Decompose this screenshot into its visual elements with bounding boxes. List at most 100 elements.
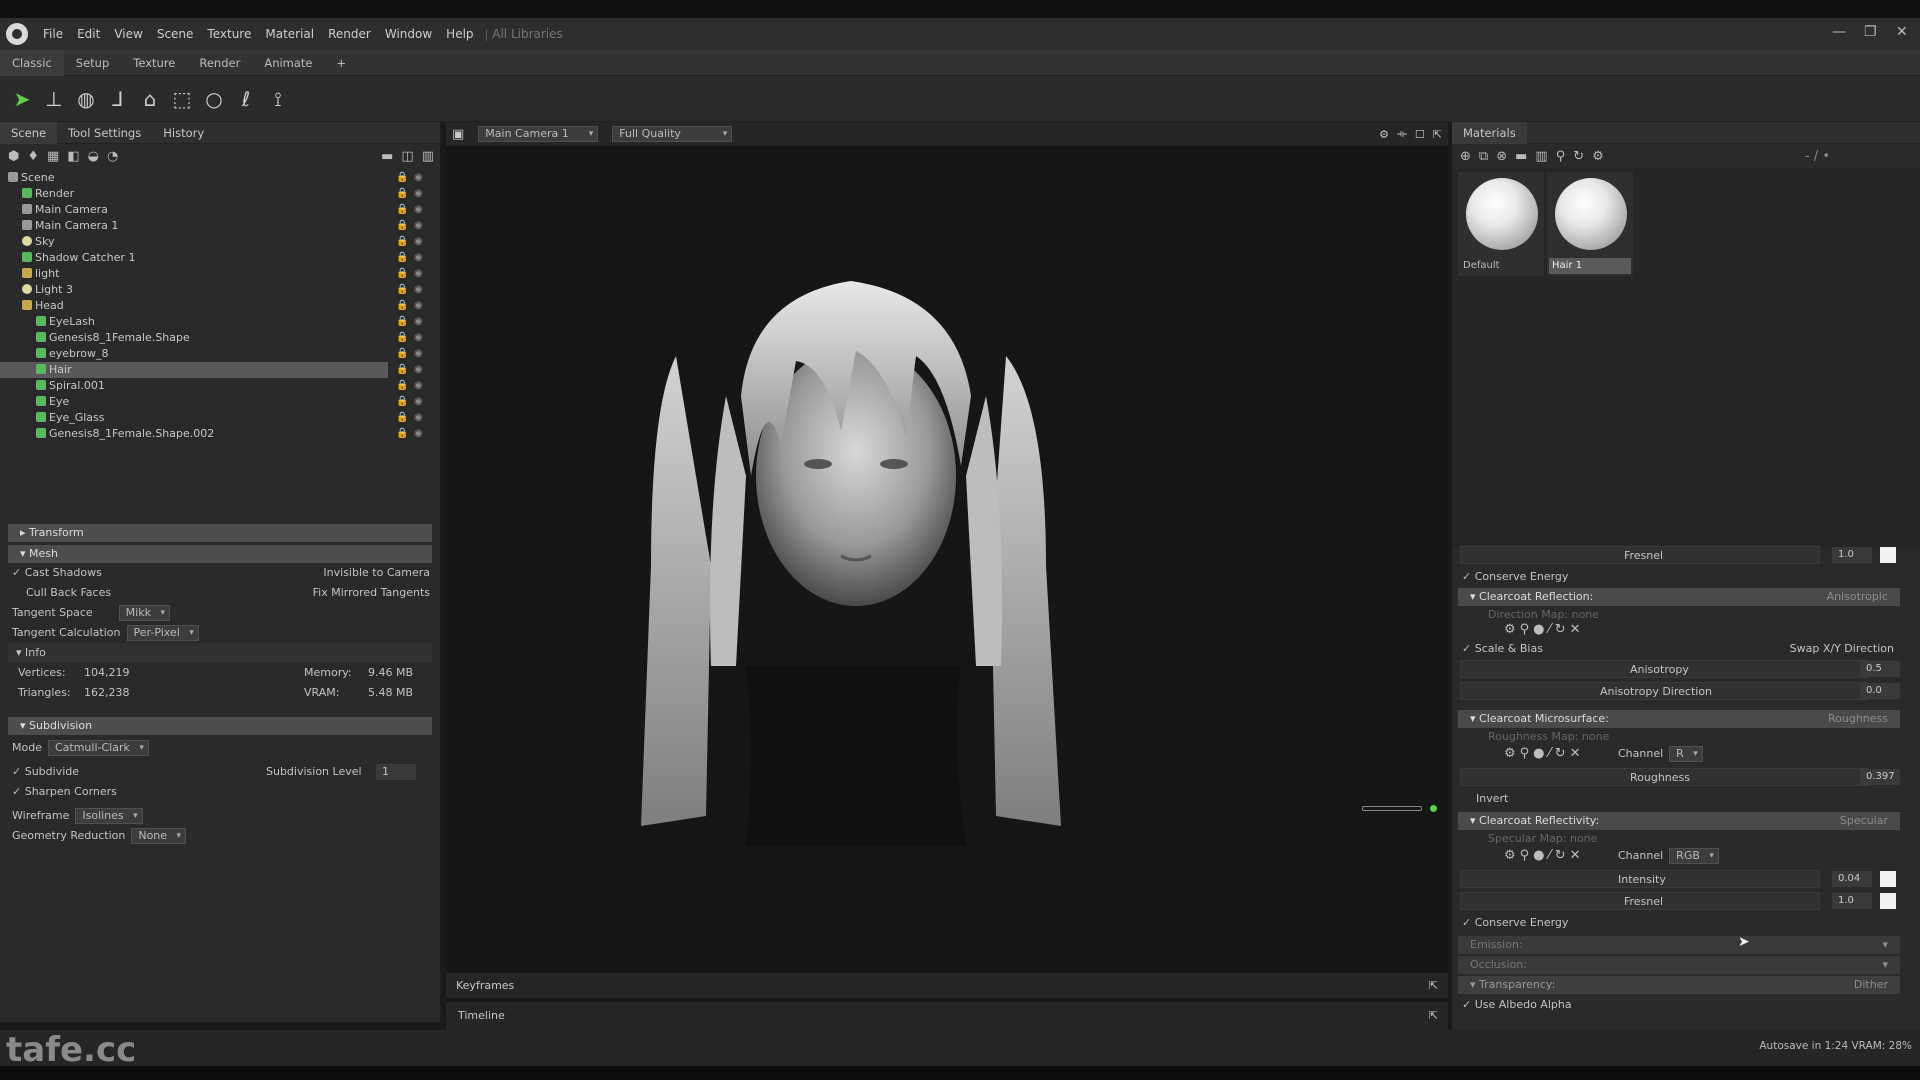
- info-header[interactable]: ▾ Info: [8, 643, 432, 663]
- visibility-icon[interactable]: ◉: [414, 298, 423, 314]
- fresnel-color-swatch[interactable]: [1880, 547, 1896, 563]
- visibility-icon[interactable]: ◉: [414, 218, 423, 234]
- clearcoat-micro-mode[interactable]: Roughness: [1828, 710, 1888, 728]
- section-clearcoat-reflectivity[interactable]: ▾ Clearcoat Reflectivity: Specular: [1458, 812, 1900, 830]
- subdivision-level-input[interactable]: 1: [376, 764, 416, 780]
- tree-item[interactable]: Spiral.001 🔒 ◉: [0, 378, 440, 394]
- tab-texture[interactable]: Texture: [121, 50, 187, 76]
- lock-icon[interactable]: 🔒: [396, 346, 408, 362]
- intensity-color-swatch[interactable]: [1880, 871, 1896, 887]
- lock-icon[interactable]: 🔒: [396, 426, 408, 442]
- add-shadow-icon[interactable]: ◒: [88, 149, 99, 164]
- visibility-icon[interactable]: ◉: [414, 426, 423, 442]
- lock-icon[interactable]: 🔒: [396, 186, 408, 202]
- tab-tool-settings[interactable]: Tool Settings: [57, 126, 152, 140]
- sharpen-corners-checkbox[interactable]: Sharpen Corners: [0, 782, 440, 802]
- scale-bias-checkbox[interactable]: Scale & BiasSwap X/Y Direction: [1452, 640, 1900, 658]
- section-transform[interactable]: ▸ Transform: [8, 524, 432, 542]
- specular-map-icons[interactable]: ⚙⚲●⁄↻✕: [1504, 848, 1584, 863]
- maximize-icon[interactable]: ❐: [1864, 24, 1877, 40]
- tree-item-selected[interactable]: Hair 🔒 ◉: [0, 362, 423, 378]
- section-occlusion[interactable]: Occlusion: ▾: [1458, 956, 1900, 974]
- tree-item[interactable]: Head 🔒 ◉: [0, 298, 440, 314]
- visibility-icon[interactable]: ◉: [414, 362, 423, 378]
- clearcoat-reflection-mode[interactable]: Anisotropic: [1827, 588, 1888, 606]
- minimize-icon[interactable]: —: [1832, 24, 1846, 40]
- keyframes-bar[interactable]: Keyframes ⇱: [446, 972, 1448, 998]
- anisotropy-value[interactable]: 0.5: [1860, 661, 1900, 677]
- visibility-icon[interactable]: ◉: [414, 170, 423, 186]
- material-swatch-selected[interactable]: Hair 1: [1547, 172, 1633, 276]
- tree-item[interactable]: eyebrow_8 🔒 ◉: [0, 346, 440, 362]
- quality-select[interactable]: Full Quality: [612, 126, 733, 142]
- visibility-icon[interactable]: ◉: [414, 330, 423, 346]
- visibility-icon[interactable]: ◉: [414, 314, 423, 330]
- conserve-energy-checkbox[interactable]: Conserve Energy: [1452, 568, 1900, 586]
- tree-item[interactable]: Eye 🔒 ◉: [0, 394, 440, 410]
- tab-setup[interactable]: Setup: [64, 50, 121, 76]
- duplicate-material-icon[interactable]: ⧉: [1479, 149, 1488, 164]
- roughness-channel-select[interactable]: R: [1669, 746, 1703, 762]
- circle-select-icon[interactable]: ○: [200, 85, 228, 113]
- visibility-icon[interactable]: ◉: [414, 234, 423, 250]
- folder-icon[interactable]: ▬: [381, 149, 393, 164]
- add-group-icon[interactable]: ◧: [67, 149, 79, 164]
- lock-icon[interactable]: 🔒: [396, 218, 408, 234]
- invert-checkbox[interactable]: Invert: [1476, 790, 1920, 808]
- close-icon[interactable]: ✕: [1896, 24, 1908, 40]
- swap-xy-checkbox[interactable]: Swap X/Y Direction: [1790, 640, 1894, 658]
- lock-icon[interactable]: 🔒: [396, 234, 408, 250]
- lock-icon[interactable]: 🔒: [396, 378, 408, 394]
- material-folder-icon[interactable]: ▬: [1515, 149, 1527, 164]
- section-emission[interactable]: Emission: ▾: [1458, 936, 1900, 954]
- transform-icon[interactable]: ⊥: [40, 85, 68, 113]
- section-clearcoat-reflection[interactable]: ▾ Clearcoat Reflection: Anisotropic: [1458, 588, 1900, 606]
- duplicate-icon[interactable]: ◫: [401, 149, 413, 164]
- tree-item[interactable]: Shadow Catcher 1 🔒 ◉: [0, 250, 440, 266]
- cast-shadows-checkbox[interactable]: Cast ShadowsInvisible to Camera: [0, 563, 440, 583]
- lock-icon[interactable]: 🔒: [396, 394, 408, 410]
- transparency-mode[interactable]: Dither: [1854, 976, 1888, 994]
- section-subdivision[interactable]: ▾ Subdivision: [8, 717, 432, 735]
- lock-icon[interactable]: 🔒: [396, 170, 408, 186]
- lock-icon[interactable]: 🔒: [396, 202, 408, 218]
- timeline-popout-icon[interactable]: ⇱: [1429, 1002, 1438, 1030]
- tab-classic[interactable]: Classic: [0, 49, 64, 76]
- add-camera-icon[interactable]: ▦: [47, 149, 59, 164]
- keyframes-popout-icon[interactable]: ⇱: [1429, 973, 1438, 999]
- tree-item[interactable]: Genesis8_1Female.Shape 🔒 ◉: [0, 330, 440, 346]
- lock-icon[interactable]: 🔒: [396, 298, 408, 314]
- clearcoat-reflectivity-mode[interactable]: Specular: [1840, 812, 1888, 830]
- menu-render[interactable]: Render: [321, 27, 378, 41]
- render-canvas[interactable]: [446, 146, 1448, 972]
- section-clearcoat-microsurface[interactable]: ▾ Clearcoat Microsurface: Roughness: [1458, 710, 1900, 728]
- fresnel-2-value[interactable]: 1.0: [1832, 893, 1872, 909]
- visibility-icon[interactable]: ◉: [414, 394, 423, 410]
- visibility-icon[interactable]: ◉: [414, 378, 423, 394]
- tree-item[interactable]: light 🔒 ◉: [0, 266, 440, 282]
- delete-material-icon[interactable]: ▥: [1535, 149, 1547, 164]
- fresnel-value[interactable]: 1.0: [1832, 547, 1872, 563]
- select-arrow-icon[interactable]: ➤: [8, 85, 36, 113]
- anisotropy-direction-value[interactable]: 0.0: [1860, 683, 1900, 699]
- direction-map-icons[interactable]: ⚙⚲●⁄↻✕: [1504, 622, 1584, 637]
- lock-icon[interactable]: 🔒: [396, 410, 408, 426]
- material-library-icon[interactable]: ⊗: [1496, 149, 1507, 164]
- add-tab-button[interactable]: +: [325, 50, 359, 76]
- add-light-icon[interactable]: ♦: [27, 149, 39, 164]
- tab-scene[interactable]: Scene: [0, 121, 58, 144]
- camera-select[interactable]: Main Camera 1: [478, 126, 599, 142]
- tab-animate[interactable]: Animate: [252, 50, 324, 76]
- tab-materials[interactable]: Materials: [1452, 121, 1527, 144]
- invisible-to-camera-checkbox[interactable]: Invisible to Camera: [323, 563, 430, 583]
- tab-history[interactable]: History: [152, 126, 215, 140]
- lock-icon[interactable]: 🔒: [396, 282, 408, 298]
- visibility-icon[interactable]: ◉: [414, 202, 423, 218]
- geometry-reduction-select[interactable]: None: [131, 828, 187, 844]
- material-swatch[interactable]: Default: [1458, 172, 1544, 276]
- tree-item[interactable]: Light 3 🔒 ◉: [0, 282, 440, 298]
- specular-channel-select[interactable]: RGB: [1669, 848, 1719, 864]
- lock-icon[interactable]: 🔒: [396, 362, 408, 378]
- tree-item[interactable]: EyeLash 🔒 ◉: [0, 314, 440, 330]
- freeform-select-icon[interactable]: ⟟: [264, 85, 292, 113]
